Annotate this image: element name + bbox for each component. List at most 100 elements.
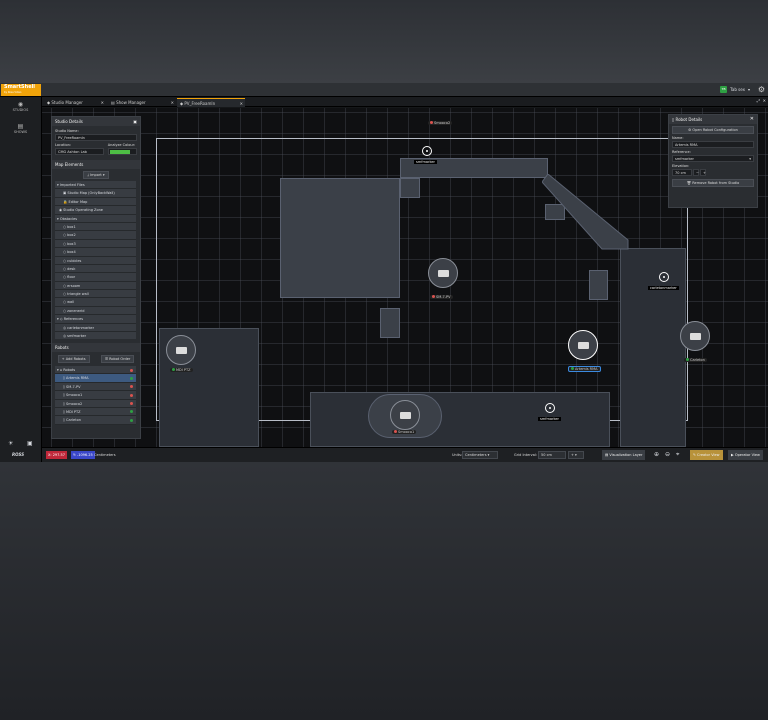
- sun-icon[interactable]: ☀: [8, 440, 13, 447]
- close-icon[interactable]: ✕: [763, 98, 766, 103]
- button-label: Remove Robot from Studio: [692, 181, 740, 185]
- tree-item[interactable]: ○ desk: [55, 264, 136, 274]
- map-elements-header: Map Elements: [52, 160, 140, 169]
- map-elements-tree: ▾ Imported Files ▣ Studio Map (OnlyBackW…: [55, 181, 136, 339]
- marker-label: smfmarker: [414, 160, 437, 164]
- tree-item[interactable]: 🔒 Editor Map: [55, 197, 136, 207]
- zoom-out-icon[interactable]: ⊖: [665, 451, 670, 458]
- nav-item-studios[interactable]: ◉ STUDIOS: [0, 101, 41, 119]
- close-icon[interactable]: ✕: [171, 98, 174, 107]
- button-label: Robot Order: [109, 357, 131, 361]
- elevation-field[interactable]: 70 cm: [672, 169, 692, 176]
- remove-robot-button[interactable]: 🗑 Remove Robot from Studio: [672, 179, 754, 187]
- reference-select[interactable]: smfmarker ▾: [672, 155, 754, 162]
- zoom-in-icon[interactable]: ⊕: [654, 451, 659, 458]
- status-dot: [172, 368, 175, 371]
- tree-item-robot[interactable]: ▯ SM-7-PV: [55, 382, 136, 392]
- tree-item[interactable]: ○ box4: [55, 248, 136, 257]
- tree-item-robot[interactable]: ▯ Artemis RMA: [55, 374, 136, 383]
- tree-item[interactable]: ◉ Studio Operating Zone: [55, 206, 136, 215]
- robot-order-button[interactable]: ☰ Robot Order: [100, 355, 135, 363]
- tree-item[interactable]: ◎ smfmarker: [55, 332, 136, 339]
- creator-view-button[interactable]: ✎ Creator View: [690, 450, 723, 460]
- marker-target-icon[interactable]: [422, 146, 432, 156]
- map-obstacle-box[interactable]: [380, 308, 400, 338]
- increment-button[interactable]: +: [700, 169, 706, 176]
- tree-item-imported-files[interactable]: ▾ Imported Files: [55, 181, 136, 190]
- gear-icon[interactable]: ⚙: [758, 85, 765, 95]
- visualization-layer-button[interactable]: ▤ Visualization Layer: [602, 450, 646, 460]
- tree-label: Editor Map: [68, 199, 88, 204]
- tree-item-robot[interactable]: ▯ MDI PTZ: [55, 407, 136, 417]
- tab-pv-freeroam[interactable]: ◆ PV_FreeRoamIn ✕: [177, 98, 245, 107]
- user-avatar: TB: [720, 86, 728, 93]
- tree-item-robot[interactable]: ▯ Carleton: [55, 416, 136, 425]
- tree-item-robot[interactable]: ▯ Smooco2: [55, 399, 136, 408]
- close-icon[interactable]: ✕: [101, 98, 104, 107]
- left-nav: ◉ STUDIOS ▤ SHOWS ☀ ▣ ROSS: [0, 97, 42, 462]
- logo-subtext: by Ross Video: [4, 91, 22, 94]
- nav-item-shows[interactable]: ▤ SHOWS: [0, 123, 41, 141]
- robot-artemis-rma[interactable]: [568, 330, 598, 360]
- tree-label: Imported Files: [59, 183, 85, 187]
- robot-mdi-ptz[interactable]: [166, 335, 196, 365]
- units-label: Units:: [452, 453, 463, 457]
- tree-item-robots[interactable]: ▾ ⌂ Robots: [55, 366, 136, 375]
- tree-item-robot[interactable]: ▯ Smooco1: [55, 391, 136, 400]
- robot-name-field[interactable]: Artemis RMA: [672, 141, 754, 148]
- tree-item-obstacles[interactable]: ▾ Obstacles: [55, 214, 136, 223]
- units-select[interactable]: Centimeters ▾: [462, 451, 498, 459]
- expand-icon[interactable]: ⤢: [757, 98, 760, 103]
- field-label: Studio Name:: [55, 129, 79, 133]
- map-obstacle-box[interactable]: [589, 270, 608, 300]
- tree-item[interactable]: ▣ Studio Map (OnlyBackWall): [55, 189, 136, 198]
- collapse-icon[interactable]: ▣: [27, 440, 33, 447]
- tree-item[interactable]: ○ triangle wall: [55, 290, 136, 299]
- close-icon[interactable]: ✕: [750, 115, 754, 124]
- studio-name-field[interactable]: PV_FreeRoamIn: [55, 134, 137, 141]
- close-icon[interactable]: ✕: [240, 99, 243, 108]
- robot-sm-7-pv[interactable]: [428, 258, 458, 288]
- tree-item[interactable]: ○ zonerwrid: [55, 306, 136, 316]
- robot-label: Smooco1: [392, 430, 417, 434]
- map-obstacle-box-large[interactable]: [280, 178, 400, 298]
- tab-studio-manager[interactable]: ◆ Studio Manager ✕: [44, 98, 106, 107]
- tree-item[interactable]: ○ ersoom: [55, 281, 136, 291]
- tab-show-manager[interactable]: ▤ Show Manager ✕: [108, 98, 176, 107]
- tree-item[interactable]: ○ floor: [55, 273, 136, 282]
- user-menu[interactable]: TB Tab sex ▾: [720, 86, 750, 93]
- grid-interval-field[interactable]: 50 cm: [538, 451, 566, 459]
- robot-carleton[interactable]: [680, 321, 710, 351]
- map-obstacle-box[interactable]: [400, 178, 420, 198]
- tree-item[interactable]: ○ cubicles: [55, 256, 136, 265]
- map-obstacle-floor-right[interactable]: [620, 248, 686, 447]
- analyze-color-picker[interactable]: [107, 148, 137, 155]
- tree-item[interactable]: ○ wall: [55, 298, 136, 307]
- operator-view-button[interactable]: ▶ Operator View: [728, 450, 763, 460]
- import-button[interactable]: ⤓ Import ▾: [83, 171, 109, 179]
- map-obstacle-floor-bottom[interactable]: [310, 392, 610, 447]
- location-field[interactable]: CMG Ashton Lab: [55, 148, 104, 155]
- marker-target-icon[interactable]: [659, 272, 669, 282]
- robot-smooco1[interactable]: [390, 400, 420, 430]
- locate-icon[interactable]: ⌖: [676, 451, 679, 459]
- tree-item[interactable]: ○ box1: [55, 222, 136, 232]
- tree-item[interactable]: ○ box2: [55, 231, 136, 240]
- add-robots-button[interactable]: + Add Robots: [57, 355, 90, 363]
- open-robot-config-button[interactable]: ⚙ Open Robot Configuration: [672, 126, 754, 134]
- tree-item[interactable]: ○ box3: [55, 239, 136, 249]
- panel-toggle-icon[interactable]: ▣: [133, 117, 137, 126]
- map-obstacle-triangle-wall[interactable]: [542, 174, 632, 250]
- decrement-button[interactable]: −: [693, 169, 699, 176]
- tree-item[interactable]: ◎ carletonmarker: [55, 323, 136, 333]
- panel-title: Robot Details: [675, 117, 703, 122]
- tree-label: carletonmarker: [67, 325, 95, 330]
- status-dot: [130, 368, 133, 372]
- elevation-stepper: 70 cm − +: [672, 169, 754, 176]
- tree-item-references[interactable]: ▾ ◇ References: [55, 315, 136, 324]
- robot-label: SM-7-PV: [430, 295, 453, 299]
- studio-map-canvas[interactable]: SM-7-PV MDI PTZ Artemis RMA Carleton Smo…: [42, 108, 768, 447]
- studio-icon: ◉: [17, 101, 24, 108]
- grid-interval-stepper[interactable]: + ▾: [568, 451, 584, 459]
- marker-target-icon[interactable]: [545, 403, 555, 413]
